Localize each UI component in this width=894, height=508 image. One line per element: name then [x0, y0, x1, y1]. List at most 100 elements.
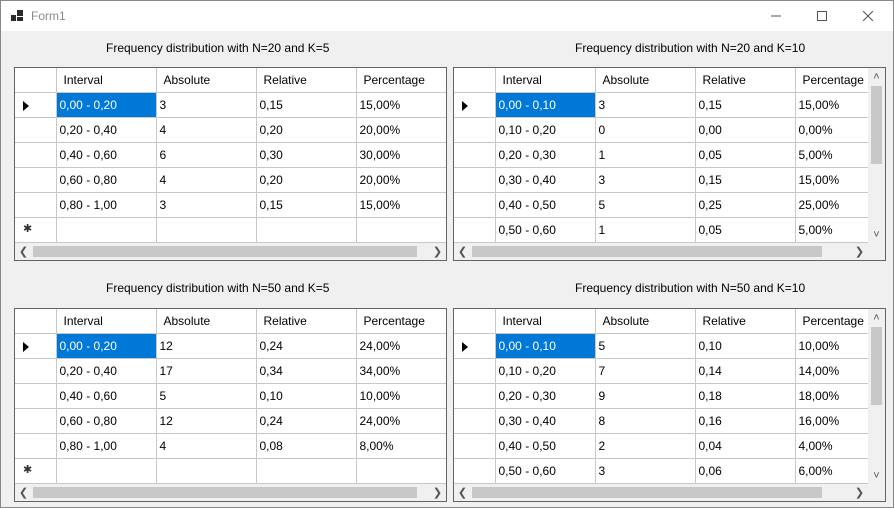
scroll-thumb[interactable] — [33, 246, 417, 257]
cell-absolute[interactable]: 4 — [156, 117, 257, 143]
column-header-interval[interactable]: Interval — [56, 309, 157, 334]
column-header-absolute[interactable]: Absolute — [156, 309, 257, 334]
cell-absolute[interactable]: 5 — [595, 192, 696, 218]
scroll-thumb[interactable] — [33, 487, 417, 498]
cell-interval[interactable]: 0,20 - 0,30 — [495, 383, 596, 409]
cell-absolute[interactable]: 12 — [156, 408, 257, 434]
cell-percentage[interactable]: 24,00% — [356, 408, 446, 434]
row-header-new[interactable]: ✱ — [15, 217, 57, 243]
cell-absolute[interactable]: 3 — [156, 92, 257, 118]
cell-absolute[interactable]: 7 — [595, 358, 696, 384]
cell-absolute[interactable]: 3 — [595, 92, 696, 118]
row-header[interactable] — [454, 358, 496, 384]
cell-empty[interactable] — [356, 458, 446, 484]
scroll-thumb[interactable] — [472, 487, 822, 498]
cell-relative[interactable]: 0,18 — [695, 383, 796, 409]
cell-absolute[interactable]: 4 — [156, 433, 257, 459]
cell-interval[interactable]: 0,80 - 1,00 — [56, 433, 157, 459]
cell-percentage[interactable]: 10,00% — [356, 383, 446, 409]
cell-relative[interactable]: 0,34 — [256, 358, 357, 384]
grid-table-3[interactable]: Interval Absolute Relative Percentage 0,… — [14, 308, 447, 502]
cell-empty[interactable] — [156, 217, 257, 243]
grid-table-4[interactable]: Interval Absolute Relative Percentage 0,… — [453, 308, 886, 502]
row-header[interactable] — [454, 458, 496, 484]
cell-relative[interactable]: 0,16 — [695, 408, 796, 434]
horizontal-scrollbar[interactable]: ❮ ❯ — [454, 484, 868, 501]
table-row[interactable]: 0,20 - 0,40 17 0,34 34,00% — [15, 358, 446, 384]
column-header-percentage[interactable]: Percentage — [356, 68, 446, 93]
scroll-right-icon[interactable]: ❯ — [429, 243, 446, 260]
horizontal-scrollbar[interactable]: ❮ ❯ — [454, 243, 868, 260]
cell-absolute[interactable]: 3 — [156, 192, 257, 218]
row-header[interactable] — [15, 408, 57, 434]
row-header-current[interactable] — [454, 92, 496, 118]
column-header-relative[interactable]: Relative — [256, 68, 357, 93]
table-row[interactable]: 0,40 - 0,60 6 0,30 30,00% — [15, 142, 446, 168]
cell-empty[interactable] — [256, 217, 357, 243]
table-row[interactable]: 0,20 - 0,30 9 0,18 18,00% — [454, 383, 885, 409]
cell-interval[interactable]: 0,50 - 0,60 — [495, 458, 596, 484]
table-row[interactable]: 0,00 - 0,20 3 0,15 15,00% — [15, 92, 446, 118]
horizontal-scrollbar[interactable]: ❮ ❯ — [15, 484, 446, 501]
table-row[interactable]: 0,00 - 0,10 5 0,10 10,00% — [454, 333, 885, 359]
row-header-current[interactable] — [15, 92, 57, 118]
cell-relative[interactable]: 0,00 — [695, 117, 796, 143]
scroll-up-icon[interactable]: ˄ — [868, 309, 885, 326]
scroll-down-icon[interactable]: ˅ — [868, 467, 885, 484]
row-header[interactable] — [15, 167, 57, 193]
close-button[interactable] — [845, 1, 891, 31]
table-row[interactable]: 0,30 - 0,40 3 0,15 15,00% — [454, 167, 885, 193]
cell-relative[interactable]: 0,24 — [256, 408, 357, 434]
table-row[interactable]: 0,50 - 0,60 1 0,05 5,00% — [454, 217, 885, 243]
scroll-right-icon[interactable]: ❯ — [851, 484, 868, 501]
cell-relative[interactable]: 0,05 — [695, 142, 796, 168]
row-header[interactable] — [15, 358, 57, 384]
cell-percentage[interactable]: 15,00% — [356, 192, 446, 218]
row-header-current[interactable] — [15, 333, 57, 359]
cell-empty[interactable] — [256, 458, 357, 484]
column-header-interval[interactable]: Interval — [56, 68, 157, 93]
column-header-percentage[interactable]: Percentage — [356, 309, 446, 334]
cell-relative[interactable]: 0,04 — [695, 433, 796, 459]
maximize-button[interactable] — [799, 1, 845, 31]
cell-percentage[interactable]: 30,00% — [356, 142, 446, 168]
cell-interval[interactable]: 0,30 - 0,40 — [495, 167, 596, 193]
column-header-interval[interactable]: Interval — [495, 68, 596, 93]
cell-interval[interactable]: 0,00 - 0,10 — [495, 333, 596, 359]
cell-interval[interactable]: 0,20 - 0,40 — [56, 358, 157, 384]
cell-relative[interactable]: 0,14 — [695, 358, 796, 384]
column-header-absolute[interactable]: Absolute — [156, 68, 257, 93]
cell-absolute[interactable]: 2 — [595, 433, 696, 459]
cell-absolute[interactable]: 4 — [156, 167, 257, 193]
cell-relative[interactable]: 0,15 — [695, 92, 796, 118]
cell-interval[interactable]: 0,00 - 0,20 — [56, 333, 157, 359]
vertical-scrollbar[interactable]: ˄ ˅ — [868, 309, 885, 484]
scroll-up-icon[interactable]: ˄ — [868, 68, 885, 85]
table-row[interactable]: 0,40 - 0,60 5 0,10 10,00% — [15, 383, 446, 409]
column-header-relative[interactable]: Relative — [256, 309, 357, 334]
cell-percentage[interactable]: 20,00% — [356, 117, 446, 143]
cell-relative[interactable]: 0,25 — [695, 192, 796, 218]
cell-absolute[interactable]: 1 — [595, 217, 696, 243]
horizontal-scrollbar[interactable]: ❮ ❯ — [15, 243, 446, 260]
vertical-scrollbar[interactable]: ˄ ˅ — [868, 68, 885, 243]
table-row[interactable]: 0,60 - 0,80 12 0,24 24,00% — [15, 408, 446, 434]
cell-relative[interactable]: 0,15 — [256, 92, 357, 118]
column-header-interval[interactable]: Interval — [495, 309, 596, 334]
cell-interval[interactable]: 0,30 - 0,40 — [495, 408, 596, 434]
cell-interval[interactable]: 0,00 - 0,10 — [495, 92, 596, 118]
cell-absolute[interactable]: 9 — [595, 383, 696, 409]
scroll-left-icon[interactable]: ❮ — [15, 484, 32, 501]
cell-percentage[interactable]: 20,00% — [356, 167, 446, 193]
cell-interval[interactable]: 0,60 - 0,80 — [56, 167, 157, 193]
cell-empty[interactable] — [356, 217, 446, 243]
table-row[interactable]: 0,40 - 0,50 2 0,04 4,00% — [454, 433, 885, 459]
cell-percentage[interactable]: 34,00% — [356, 358, 446, 384]
cell-interval[interactable]: 0,40 - 0,60 — [56, 383, 157, 409]
scroll-thumb[interactable] — [871, 327, 882, 405]
scroll-right-icon[interactable]: ❯ — [429, 484, 446, 501]
cell-interval[interactable]: 0,80 - 1,00 — [56, 192, 157, 218]
cell-absolute[interactable]: 0 — [595, 117, 696, 143]
cell-relative[interactable]: 0,06 — [695, 458, 796, 484]
scroll-right-icon[interactable]: ❯ — [851, 243, 868, 260]
